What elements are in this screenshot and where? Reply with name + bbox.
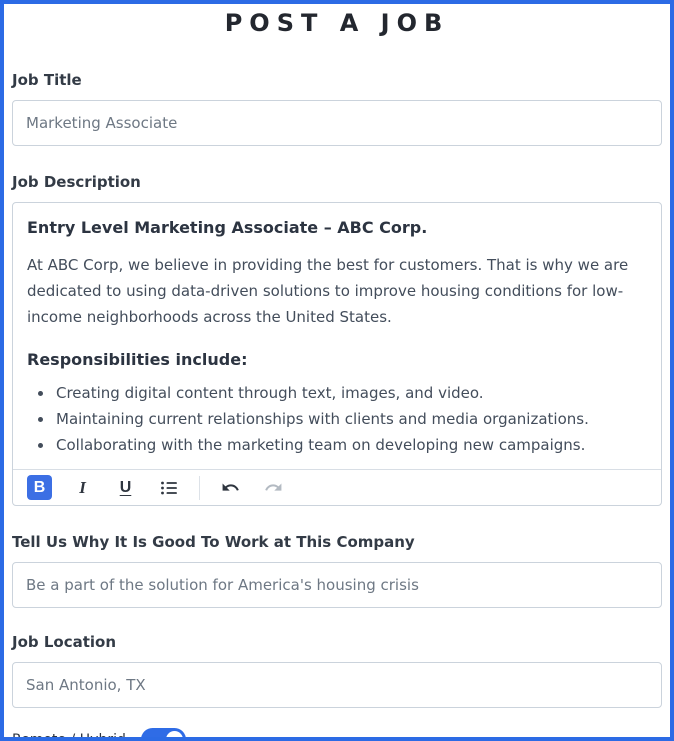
toolbar-divider [199,476,200,500]
bold-button[interactable]: B [27,475,52,500]
description-bullet-list: Creating digital content through text, i… [27,381,647,459]
editor-toolbar: B I U [13,469,661,505]
description-heading: Entry Level Marketing Associate – ABC Co… [27,218,647,237]
bullet-list-icon [159,478,179,498]
italic-button[interactable]: I [70,475,95,500]
rich-text-area[interactable]: Entry Level Marketing Associate – ABC Co… [13,203,661,469]
why-company-input[interactable] [12,562,662,608]
job-description-editor: Entry Level Marketing Associate – ABC Co… [12,202,662,506]
underline-button[interactable]: U [113,475,138,500]
job-description-label: Job Description [12,173,662,191]
list-item: Creating digital content through text, i… [54,381,647,407]
remote-hybrid-toggle[interactable] [141,728,186,741]
job-location-label: Job Location [12,633,662,651]
page-title: POST A JOB [12,9,662,37]
description-paragraph: At ABC Corp, we believe in providing the… [27,253,647,330]
job-title-input[interactable] [12,100,662,146]
list-item: Maintaining current relationships with c… [54,407,647,433]
list-item: Collaborating with the marketing team on… [54,433,647,459]
bullet-list-button[interactable] [156,475,181,500]
toggle-knob [166,731,183,741]
undo-icon [221,478,240,497]
post-a-job-form: POST A JOB Job Title Job Description Ent… [0,0,674,741]
job-title-label: Job Title [12,71,662,89]
italic-icon: I [79,478,86,498]
remote-hybrid-row: Remote / Hybrid [12,728,662,741]
redo-icon [264,478,283,497]
why-company-label: Tell Us Why It Is Good To Work at This C… [12,533,662,551]
job-location-input[interactable] [12,662,662,708]
remote-hybrid-label: Remote / Hybrid [12,732,126,741]
underline-icon: U [120,479,132,497]
undo-button[interactable] [218,475,243,500]
description-subheading: Responsibilities include: [27,350,647,369]
redo-button[interactable] [261,475,286,500]
bold-icon: B [34,479,46,497]
